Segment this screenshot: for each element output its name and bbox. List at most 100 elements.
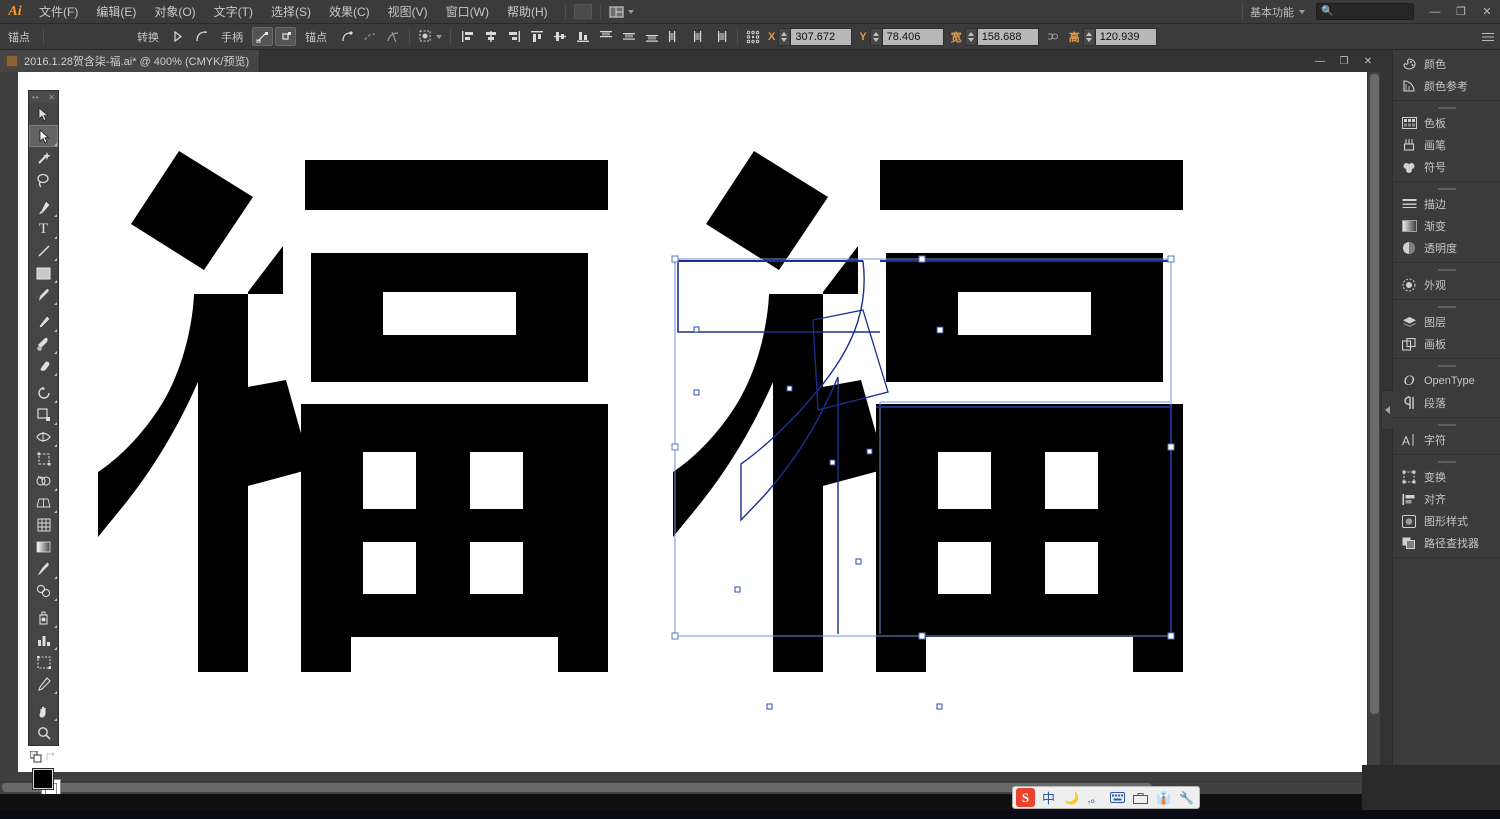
panel-pathfinder[interactable]: 路径查找器 [1393, 532, 1500, 554]
convert-to-corner-icon[interactable] [168, 27, 189, 46]
menu-effect[interactable]: 效果(C) [320, 0, 379, 24]
eyedropper-tool[interactable] [29, 558, 58, 580]
panel-opentype[interactable]: O OpenType [1393, 370, 1500, 392]
remove-anchor-icon[interactable] [336, 27, 357, 46]
ime-language-mode-button[interactable]: 中 [1039, 788, 1058, 807]
line-segment-tool[interactable] [29, 240, 58, 262]
dock-group-handle[interactable] [1393, 104, 1500, 112]
arrange-documents-button[interactable] [609, 6, 634, 18]
paintbrush-tool[interactable] [29, 284, 58, 306]
pencil-tool[interactable] [29, 311, 58, 333]
window-close-button[interactable]: ✕ [1474, 0, 1500, 24]
horizontal-scroll-thumb[interactable] [2, 783, 1152, 792]
blend-tool[interactable] [29, 580, 58, 602]
panel-color-guide[interactable]: 颜色参考 [1393, 75, 1500, 97]
menu-window[interactable]: 窗口(W) [437, 0, 498, 24]
free-transform-tool[interactable] [29, 448, 58, 470]
search-input[interactable]: 🔍 [1316, 3, 1414, 20]
menu-edit[interactable]: 编辑(E) [87, 0, 145, 24]
keyboard-icon[interactable] [1108, 788, 1127, 807]
convert-to-smooth-icon[interactable] [191, 27, 212, 46]
panel-appearance[interactable]: 外观 [1393, 274, 1500, 296]
panel-swatches[interactable]: 色板 [1393, 112, 1500, 134]
zoom-tool[interactable] [29, 722, 58, 744]
close-icon[interactable]: ✕ [48, 93, 55, 102]
lock-proportions-icon[interactable] [1042, 27, 1063, 46]
vertical-scroll-thumb[interactable] [1370, 74, 1379, 714]
distribute-left-icon[interactable] [664, 27, 685, 46]
toolbox-icon[interactable] [1131, 788, 1150, 807]
panel-layers[interactable]: 图层 [1393, 311, 1500, 333]
window-restore-button[interactable]: ❐ [1448, 0, 1474, 24]
menu-select[interactable]: 选择(S) [262, 0, 320, 24]
swap-fill-stroke-icon[interactable] [46, 752, 58, 762]
show-handles-icon[interactable] [252, 27, 273, 46]
bridge-button[interactable] [574, 4, 592, 19]
menu-file[interactable]: 文件(F) [30, 0, 87, 24]
transform-grid-icon[interactable] [744, 27, 762, 46]
pen-tool[interactable] [29, 196, 58, 218]
eraser-tool[interactable] [29, 355, 58, 377]
y-coord-field[interactable]: 78.406 [870, 28, 944, 46]
height-value[interactable]: 120.939 [1095, 28, 1157, 46]
panel-transform[interactable]: 变换 [1393, 466, 1500, 488]
os-taskbar[interactable] [0, 810, 1500, 819]
moon-icon[interactable]: 🌙 [1062, 788, 1081, 807]
panel-character[interactable]: A 字符 [1393, 429, 1500, 451]
panel-graphic-styles[interactable]: 图形样式 [1393, 510, 1500, 532]
height-stepper[interactable] [1083, 28, 1094, 46]
panel-paragraph[interactable]: 段落 [1393, 392, 1500, 414]
dock-group-handle-5[interactable] [1393, 362, 1500, 370]
x-stepper[interactable] [778, 28, 789, 46]
align-top-icon[interactable] [526, 27, 547, 46]
sogou-logo-icon[interactable]: S [1016, 788, 1035, 807]
panel-gradient[interactable]: 渐变 [1393, 215, 1500, 237]
control-bar-menu[interactable] [1482, 32, 1494, 42]
distribute-right-icon[interactable] [710, 27, 731, 46]
panel-brushes[interactable]: 画笔 [1393, 134, 1500, 156]
connect-path-icon[interactable] [382, 27, 403, 46]
height-field[interactable]: 120.939 [1083, 28, 1157, 46]
distribute-bottom-icon[interactable] [641, 27, 662, 46]
width-value[interactable]: 158.688 [977, 28, 1039, 46]
isolate-selected-icon[interactable] [416, 27, 444, 46]
hide-handles-icon[interactable] [275, 27, 296, 46]
panel-transparency[interactable]: 透明度 [1393, 237, 1500, 259]
align-center-h-icon[interactable] [480, 27, 501, 46]
canvas-vertical-scrollbar[interactable] [1367, 72, 1380, 772]
document-restore-button[interactable]: ❐ [1332, 51, 1356, 71]
x-coord-field[interactable]: 307.672 [778, 28, 852, 46]
align-left-icon[interactable] [457, 27, 478, 46]
dock-group-handle-4[interactable] [1393, 303, 1500, 311]
dock-group-handle-6[interactable] [1393, 421, 1500, 429]
magic-wand-tool[interactable] [29, 147, 58, 169]
y-stepper[interactable] [870, 28, 881, 46]
workspace-switcher[interactable]: 基本功能 [1242, 2, 1312, 21]
menu-object[interactable]: 对象(O) [145, 0, 204, 24]
symbol-sprayer-tool[interactable] [29, 607, 58, 629]
artwork-glyph-2[interactable] [673, 142, 1183, 672]
distribute-center-icon[interactable] [618, 27, 639, 46]
document-minimize-button[interactable]: — [1308, 51, 1332, 71]
window-minimize-button[interactable]: — [1422, 0, 1448, 24]
panel-align[interactable]: 对齐 [1393, 488, 1500, 510]
distribute-top-icon[interactable] [595, 27, 616, 46]
hand-tool[interactable] [29, 700, 58, 722]
panel-color[interactable]: 颜色 [1393, 53, 1500, 75]
mesh-tool[interactable] [29, 514, 58, 536]
artboard[interactable] [18, 72, 1376, 772]
slice-tool[interactable] [29, 673, 58, 695]
canvas-area[interactable] [0, 72, 1380, 794]
perspective-grid-tool[interactable] [29, 492, 58, 514]
punctuation-icon[interactable]: ,。 [1085, 788, 1104, 807]
panel-symbols[interactable]: 符号 [1393, 156, 1500, 178]
cut-path-icon[interactable] [359, 27, 380, 46]
ime-toolbar[interactable]: S 中 🌙 ,。 👔 🔧 [1012, 786, 1200, 809]
type-tool[interactable]: T [29, 218, 58, 240]
dock-group-handle-3[interactable] [1393, 266, 1500, 274]
x-coord-value[interactable]: 307.672 [790, 28, 852, 46]
artboard-tool[interactable] [29, 651, 58, 673]
column-graph-tool[interactable] [29, 629, 58, 651]
gradient-tool[interactable] [29, 536, 58, 558]
distribute-center-v-icon[interactable] [687, 27, 708, 46]
